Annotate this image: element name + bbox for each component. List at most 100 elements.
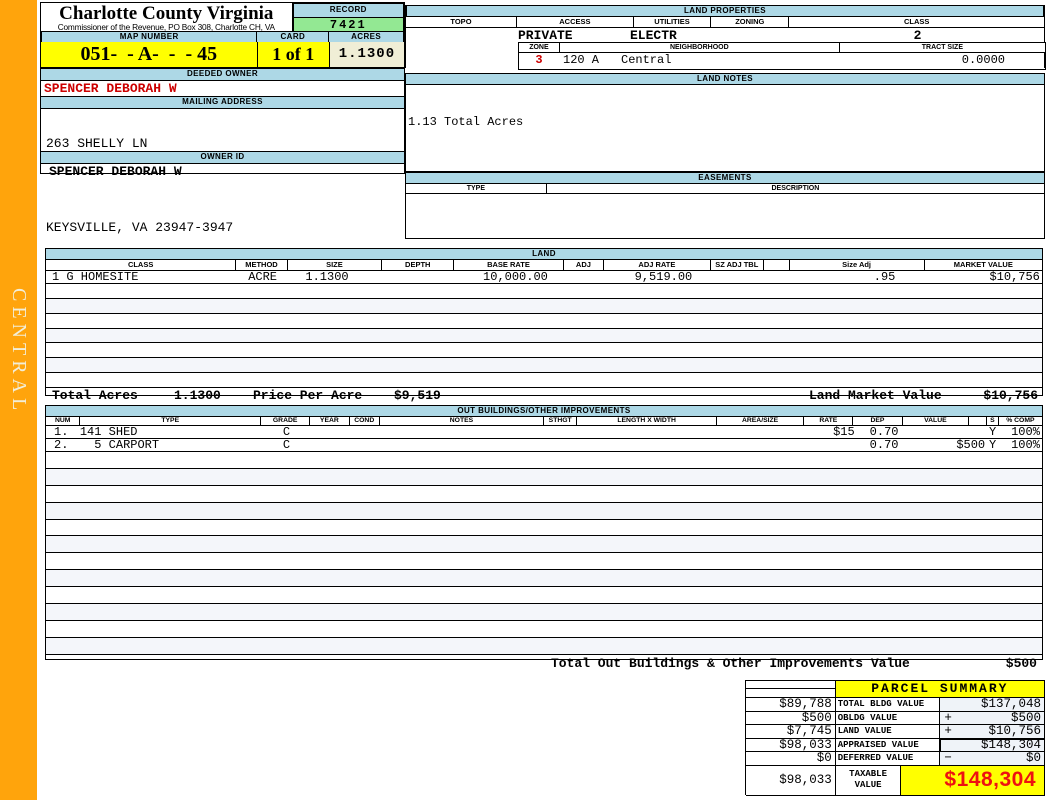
zone-label: ZONE — [519, 43, 560, 52]
ob-total-label: Total Out Buildings & Other Improvements… — [551, 655, 910, 671]
land-totals-row: Total Acres 1.1300 Price Per Acre $9,519… — [46, 388, 1042, 404]
parcel-summary-row: $89,788 TOTAL BLDG VALUE $137,048 — [746, 698, 1045, 712]
taxable-value: $148,304 — [901, 765, 1045, 796]
owner-id-label: OWNER ID — [41, 151, 404, 164]
zone-value: 3 — [535, 53, 543, 67]
col-class: CLASS — [789, 17, 1044, 27]
value-amount: $148,304 — [980, 738, 1041, 752]
ob-col-value: VALUE — [902, 417, 970, 425]
neighborhood-name: Central — [621, 53, 672, 67]
ob-comp: 100% — [1011, 426, 1040, 438]
taxable-row: $98,033 TAXABLE VALUE $148,304 — [746, 765, 1045, 796]
ob-col-num: NUM — [46, 417, 81, 425]
ob-type: 5 CARPORT — [79, 439, 160, 451]
land-col-method: METHOD — [236, 260, 288, 270]
ob-num: 1. — [54, 426, 69, 438]
price-per-acre-value: $9,519 — [394, 387, 441, 403]
land-col-depth: DEPTH — [382, 260, 455, 270]
parcel-summary-row: $7,745 LAND VALUE + $10,756 — [746, 725, 1045, 739]
prior-appraised: $98,033 — [746, 738, 836, 753]
ob-col-s: S — [986, 417, 999, 425]
land-col-size-adj: Size Adj — [789, 260, 925, 270]
owner-panel: Charlotte County Virginia Commissioner o… — [40, 2, 405, 235]
deeded-owner-label: DEEDED OWNER — [41, 68, 404, 81]
land-table-row: 1 G HOMESITE ACRE 1.1300 10,000.00 9,519… — [46, 271, 1042, 284]
taxable-line1: TAXABLE — [849, 768, 887, 779]
ob-value — [903, 426, 987, 438]
land-market-value-label: Land Market Value — [809, 387, 942, 403]
prior-taxable: $98,033 — [746, 765, 836, 796]
record-label: RECORD — [292, 3, 404, 18]
district-sidebar: CENTRAL — [0, 0, 37, 800]
ob-col-type: TYPE — [80, 417, 262, 425]
land-table-section: LAND CLASS METHOD SIZE DEPTH BASE RATE A… — [45, 248, 1043, 403]
land-empty-row — [46, 314, 1042, 329]
parcel-summary-row: $0 DEFERRED VALUE − $0 — [746, 752, 1045, 766]
ob-s: Y — [989, 439, 997, 451]
ob-empty-row — [46, 452, 1042, 469]
value-total-bldg: $137,048 — [940, 698, 1045, 712]
property-record-card: CENTRAL Charlotte County Virginia Commis… — [0, 0, 1050, 800]
ob-grade: C — [282, 426, 291, 438]
land-size-adj: .95 — [873, 271, 896, 283]
op-sign: − — [944, 752, 952, 766]
land-size: 1.1300 — [305, 271, 349, 283]
land-notes-body: 1.13 Total Acres — [405, 85, 1045, 172]
ob-rate: $15 — [833, 426, 855, 438]
ob-col-area-size: AREA/SIZE — [716, 417, 805, 425]
map-number-value: 051- - A- - - 45 — [41, 42, 258, 68]
land-notes-panel: LAND NOTES 1.13 Total Acres — [405, 73, 1045, 172]
land-note-text: 1.13 Total Acres — [408, 115, 524, 129]
ob-empty-row — [46, 502, 1042, 520]
label-appraised: APPRAISED VALUE — [835, 738, 941, 753]
land-table-title: LAND — [46, 248, 1042, 260]
ob-empty-row — [46, 587, 1042, 605]
county-title-block: Charlotte County Virginia Commissioner o… — [41, 3, 293, 31]
land-col-market-value: MARKET VALUE — [924, 260, 1042, 270]
label-land: LAND VALUE — [835, 725, 941, 739]
address-line-1: 263 SHELLY LN — [46, 136, 148, 151]
acres-value: 1.1300 — [329, 42, 404, 68]
out-buildings-total-row: Total Out Buildings & Other Improvements… — [46, 655, 1042, 673]
ob-col-comp: % COMP — [998, 417, 1042, 425]
col-topo: TOPO — [406, 17, 517, 27]
land-col-class: CLASS — [46, 260, 237, 270]
land-col-size: SIZE — [287, 260, 383, 270]
ob-col-rate: RATE — [804, 417, 854, 425]
ob-col-sthgt: STHGT — [543, 417, 578, 425]
ob-comp: 100% — [1011, 439, 1040, 451]
parcel-summary-corner — [746, 681, 836, 698]
commissioner-line: Commissioner of the Revenue, PO Box 308,… — [57, 22, 275, 32]
land-properties-title: LAND PROPERTIES — [406, 5, 1044, 17]
tract-size-label: TRACT SIZE — [839, 43, 1045, 52]
zone-area: ZONE NEIGHBORHOOD TRACT SIZE 3 120 A Cen… — [406, 42, 1046, 70]
taxable-line2: VALUE — [854, 779, 882, 790]
ob-col-cond: COND — [349, 417, 380, 425]
parcel-summary-title: PARCEL SUMMARY — [835, 681, 1045, 698]
land-blank — [763, 271, 788, 283]
op-sign: + — [944, 725, 952, 739]
ob-col-notes: NOTES — [379, 417, 544, 425]
ob-empty-row — [46, 536, 1042, 554]
easements-title: EASEMENTS — [405, 172, 1045, 184]
utilities-value: ELECTR — [630, 28, 677, 43]
out-buildings-section: OUT BUILDINGS/OTHER IMPROVEMENTS NUM TYP… — [45, 405, 1043, 671]
ob-col-year: YEAR — [310, 417, 350, 425]
land-col-adj-rate: ADJ RATE — [604, 260, 711, 270]
neighborhood-code: 120 A — [563, 53, 600, 67]
parcel-summary-row: $98,033 APPRAISED VALUE $148,304 — [746, 738, 1045, 753]
ob-empty-row — [46, 604, 1042, 621]
ob-grade: C — [282, 439, 291, 451]
easements-body — [405, 194, 1045, 239]
col-utilities: UTILITIES — [633, 17, 712, 27]
deeded-owner-value: SPENCER DEBORAH W — [44, 81, 177, 96]
out-buildings-title: OUT BUILDINGS/OTHER IMPROVEMENTS — [46, 405, 1042, 417]
land-empty-row — [46, 373, 1042, 388]
prior-land: $7,745 — [746, 725, 836, 739]
ob-dep: 0.70 — [869, 426, 899, 438]
ob-empty-row — [46, 486, 1042, 503]
land-market-value: $10,756 — [989, 271, 1040, 283]
ob-col-length-width: LENGTH X WIDTH — [577, 417, 717, 425]
tract-size-value: 0.0000 — [961, 53, 1005, 67]
value-amount: $0 — [1025, 752, 1041, 766]
